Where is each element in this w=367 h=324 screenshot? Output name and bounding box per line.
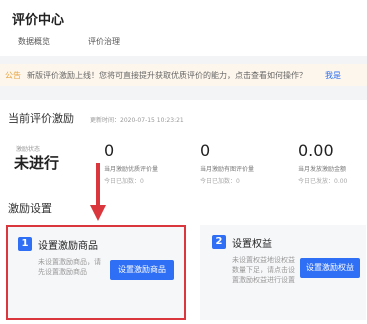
notice-link[interactable]: 我是: [325, 70, 341, 81]
step-one-badge: 1: [18, 237, 32, 251]
arrow-down-icon: [90, 163, 106, 221]
notice-bar: 公告 新版评价激励上线！您将可直接提升获取优质评价的能力，点击查看如何操作？ 我…: [0, 64, 367, 86]
stat-label-amount: 当月发放激励金额: [298, 166, 347, 173]
stat-value-image: 0: [200, 141, 211, 160]
current-incentive-title: 当前评价激励: [8, 112, 74, 125]
set-products-button[interactable]: 设置激励商品: [110, 260, 174, 280]
set-products-desc: 未设置激励商品，请先设置激励商品: [38, 258, 101, 276]
stat-value-quality: 0: [104, 141, 115, 160]
stat-sub-amount: 今日已发放：0.00: [298, 178, 348, 185]
top-header: 评价中心 数据概览 评价治理: [0, 0, 367, 56]
incentive-settings-title: 激励设置: [8, 202, 52, 215]
update-time: 更新时间：2020-07-15 10:23:21: [90, 117, 184, 124]
notice-text: 新版评价激励上线！您将可直接提升获取优质评价的能力，点击查看如何操作？: [27, 71, 307, 80]
page-title: 评价中心: [12, 13, 65, 28]
set-rights-title: 设置权益: [232, 239, 272, 250]
set-rights-card: 2 设置权益 未设置权益地设权益数量下足，请点击设置激励权益进行设置 设置激励权…: [200, 225, 366, 320]
stat-sub-image: 今日已加数：0: [200, 178, 240, 185]
set-products-title: 设置激励商品: [38, 241, 98, 252]
set-rights-desc: 未设置权益地设权益数量下足，请点击设置激励权益进行设置: [232, 256, 295, 284]
stat-value-amount: 0.00: [298, 141, 334, 160]
stat-sub-quality: 今日已加数：0: [104, 178, 144, 185]
set-products-card: 1 设置激励商品 未设置激励商品，请先设置激励商品 设置激励商品: [6, 225, 186, 320]
status-value: 未进行: [14, 154, 60, 172]
stat-label-image: 当月激励有图评价量: [200, 166, 255, 173]
tab-review-governance[interactable]: 评价治理: [88, 36, 120, 47]
stat-label-quality: 当月激励优质评价量: [104, 166, 159, 173]
step-two-badge: 2: [212, 235, 226, 249]
set-rights-button[interactable]: 设置激励权益: [300, 258, 360, 278]
notice-tag: 公告: [5, 71, 21, 80]
tab-data-overview[interactable]: 数据概览: [18, 36, 50, 47]
